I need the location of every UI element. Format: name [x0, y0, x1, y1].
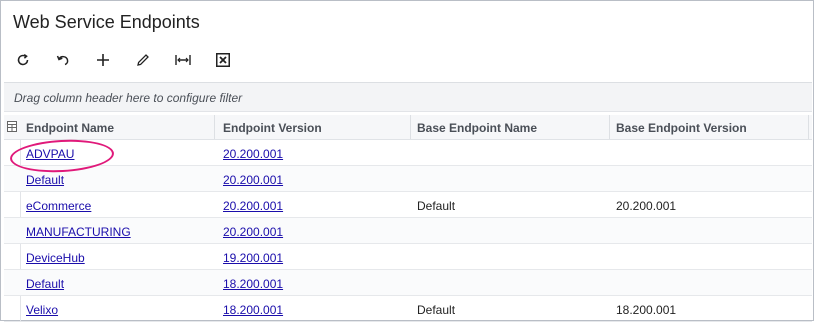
endpoint-name-link[interactable]: Default [26, 173, 64, 187]
endpoints-table: Endpoint Name Endpoint Version Base Endp… [4, 115, 812, 322]
endpoint-name-link[interactable]: Velixo [26, 303, 58, 317]
plus-icon [97, 54, 109, 66]
excel-icon [216, 53, 230, 67]
edit-button[interactable] [130, 48, 156, 72]
fit-width-icon [175, 55, 191, 65]
endpoint-name-link[interactable]: MANUFACTURING [26, 225, 131, 239]
table-row[interactable]: Default 20.200.001 [4, 166, 812, 192]
endpoint-name-link[interactable]: ADVPAU [26, 147, 74, 161]
base-endpoint-name: Default [417, 199, 456, 213]
refresh-icon [17, 53, 29, 66]
add-button[interactable] [90, 48, 116, 72]
filter-placeholder: Drag column header here to configure fil… [14, 91, 243, 105]
column-header-endpoint-version[interactable]: Endpoint Version [223, 121, 322, 135]
column-settings-icon[interactable] [7, 121, 17, 132]
column-separator[interactable] [410, 115, 411, 139]
undo-icon [56, 55, 69, 66]
endpoint-version-link[interactable]: 18.200.001 [223, 303, 283, 317]
column-header-endpoint-name[interactable]: Endpoint Name [26, 121, 114, 135]
column-header-base-endpoint-name[interactable]: Base Endpoint Name [417, 121, 537, 135]
fit-width-button[interactable] [170, 48, 196, 72]
base-endpoint-version: 18.200.001 [616, 303, 677, 317]
undo-button[interactable] [50, 48, 76, 72]
table-row[interactable]: eCommerce 20.200.001 Default 20.200.001 [4, 192, 812, 218]
export-excel-button[interactable] [210, 48, 236, 72]
table-header: Endpoint Name Endpoint Version Base Endp… [4, 115, 812, 140]
pencil-icon [137, 54, 149, 66]
endpoint-version-link[interactable]: 20.200.001 [223, 225, 283, 239]
toolbar [10, 48, 250, 72]
base-endpoint-name: Default [417, 303, 456, 317]
column-separator[interactable] [214, 115, 215, 139]
table-row[interactable]: MANUFACTURING 20.200.001 [4, 218, 812, 244]
endpoint-version-link[interactable]: 19.200.001 [223, 251, 283, 265]
endpoint-version-link[interactable]: 20.200.001 [223, 173, 283, 187]
column-header-base-endpoint-version[interactable]: Base Endpoint Version [616, 121, 747, 135]
endpoint-version-link[interactable]: 20.200.001 [223, 147, 283, 161]
table-row[interactable]: Velixo 18.200.001 Default 18.200.001 [4, 296, 812, 322]
table-row[interactable]: Default 18.200.001 [4, 270, 812, 296]
endpoint-version-link[interactable]: 20.200.001 [223, 199, 283, 213]
column-separator[interactable] [609, 115, 610, 139]
table-row[interactable]: ADVPAU 20.200.001 [4, 140, 812, 166]
page-title: Web Service Endpoints [13, 12, 200, 32]
endpoint-name-link[interactable]: eCommerce [26, 199, 91, 213]
endpoint-name-link[interactable]: DeviceHub [26, 251, 85, 265]
endpoint-version-link[interactable]: 18.200.001 [223, 277, 283, 291]
refresh-button[interactable] [10, 48, 36, 72]
table-row[interactable]: DeviceHub 19.200.001 [4, 244, 812, 270]
endpoint-name-link[interactable]: Default [26, 277, 64, 291]
column-separator[interactable] [808, 115, 809, 139]
base-endpoint-version: 20.200.001 [616, 199, 677, 213]
filter-bar[interactable]: Drag column header here to configure fil… [4, 82, 812, 112]
